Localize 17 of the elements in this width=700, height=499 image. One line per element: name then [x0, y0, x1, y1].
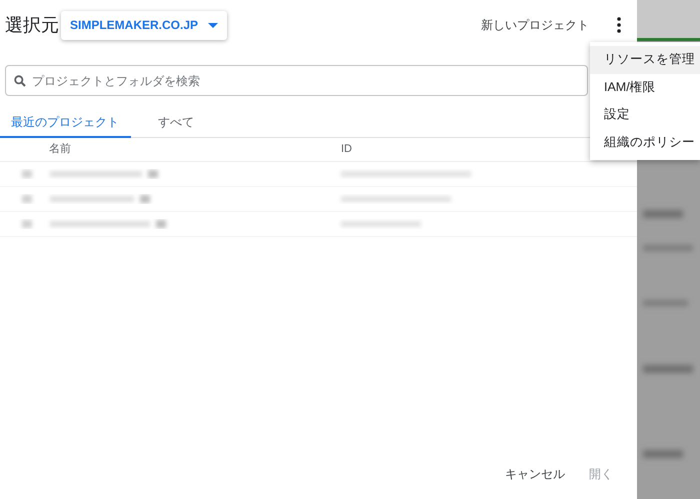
- menu-item[interactable]: 設定: [590, 101, 700, 128]
- dialog-button[interactable]: キャンセル: [497, 459, 573, 489]
- dialog-title: 選択元: [5, 14, 59, 36]
- more-options-icon[interactable]: [617, 17, 621, 33]
- menu-item[interactable]: リソースを管理: [590, 46, 700, 74]
- tab[interactable]: 最近のプロジェクト: [0, 108, 131, 138]
- column-header: ID: [341, 142, 352, 158]
- blurred-page-top-drawing: [637, 0, 700, 42]
- search-icon: [14, 75, 26, 87]
- search-field[interactable]: プロジェクトとフォルダを検索: [5, 65, 588, 96]
- new-project-button[interactable]: 新しいプロジェクト: [481, 16, 589, 34]
- column-header: 名前: [49, 142, 72, 158]
- caret-icon: [208, 22, 218, 28]
- tab[interactable]: すべて: [131, 108, 221, 138]
- menu-item[interactable]: 組織のポリシー: [590, 128, 700, 156]
- menu-item[interactable]: IAM/権限: [590, 74, 700, 101]
- organization-dropdown[interactable]: SIMPLEMAKER.CO.JP: [61, 10, 228, 40]
